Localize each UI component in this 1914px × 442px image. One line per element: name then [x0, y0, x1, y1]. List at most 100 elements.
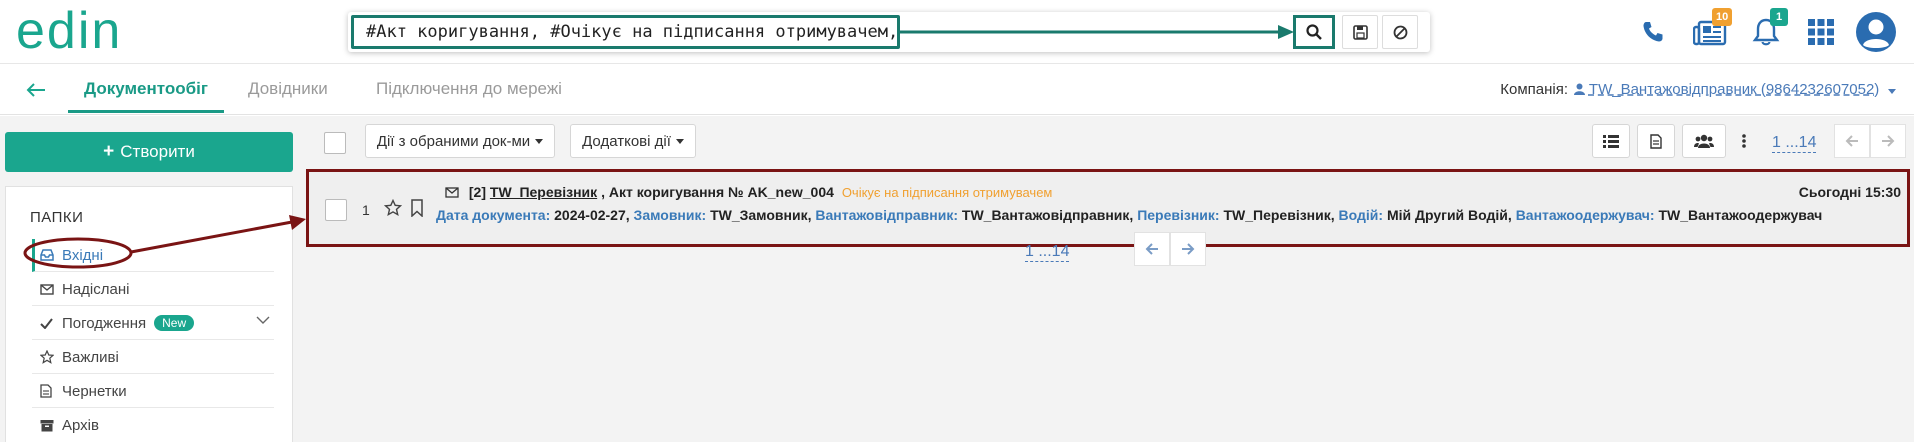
folder-label: Архів [62, 417, 99, 434]
chevron-down-icon [675, 138, 684, 144]
create-button[interactable]: + Створити [5, 132, 293, 172]
company-name: TW_Вантажовідправник (9864232607052) [1588, 81, 1880, 98]
document-title: , Акт коригування № AK_new_004 [601, 184, 834, 200]
folder-approvals[interactable]: Погодження New [32, 307, 274, 340]
document-view-button[interactable] [1637, 124, 1675, 158]
folder-label: Важливі [62, 348, 119, 366]
workspace: + Створити ПАПКИ Вхідні Надіслані Погодж… [0, 116, 1914, 442]
extra-actions-dropdown[interactable]: Додаткові дії [570, 124, 696, 158]
folders-panel: ПАПКИ Вхідні Надіслані Погодження New Ва… [5, 186, 293, 442]
field-value: Мій Другий Водій, [1386, 207, 1512, 223]
folder-label: Погодження [62, 314, 147, 332]
search-input[interactable]: #Акт коригування, #Очікує на підписання … [351, 15, 900, 49]
field-key: Перевізник: [1137, 207, 1220, 223]
cancel-icon [1393, 25, 1407, 39]
notifications-count-badge: 1 [1770, 8, 1788, 26]
selected-actions-label: Дії з обраними док-ми [376, 132, 531, 150]
field-key: Дата документа: [436, 207, 551, 223]
file-icon [40, 384, 52, 398]
folders-title: ПАПКИ [30, 209, 84, 226]
document-checkbox[interactable] [325, 199, 347, 221]
archive-icon [40, 420, 54, 432]
chevron-down-icon [1888, 89, 1897, 94]
phone-icon [1643, 22, 1663, 42]
document-sender-link[interactable]: TW_Перевізник [490, 184, 597, 200]
tab-network-connection[interactable]: Підключення до мережі [360, 65, 578, 113]
document-title-line: [2] TW_Перевізник , Акт коригування № AK… [445, 184, 1052, 200]
group-view-button[interactable] [1682, 124, 1726, 158]
user-menu-button[interactable] [1854, 12, 1898, 52]
search-bar: #Акт коригування, #Очікує на підписання … [348, 12, 1430, 52]
next-page-button[interactable] [1870, 124, 1906, 158]
plus-icon: + [103, 141, 115, 162]
folder-label: Вхідні [62, 246, 104, 264]
envelope-icon [445, 187, 459, 198]
search-button[interactable] [1293, 15, 1335, 49]
tab-documents[interactable]: Документообіг [68, 65, 224, 113]
field-value: TW_Вантажовідправник, [961, 207, 1134, 223]
star-icon [40, 350, 54, 364]
vertical-dots-icon [1742, 134, 1746, 148]
document-status: Очікує на підписання отримувачем [841, 185, 1053, 200]
floppy-disk-icon [1352, 24, 1368, 40]
folder-label: Чернетки [62, 382, 127, 400]
selected-actions-dropdown[interactable]: Дії з обраними док-ми [365, 124, 555, 158]
company-label: Компанія: [1500, 81, 1568, 98]
arrow-right-icon [1882, 135, 1895, 147]
arrow-right-icon [1182, 243, 1195, 255]
document-icon [1650, 133, 1662, 149]
document-received-time: Сьогодні 15:30 [1798, 184, 1901, 200]
list-icon [1603, 134, 1619, 148]
top-bar: edin #Акт коригування, #Очікує на підпис… [0, 0, 1914, 64]
folder-archive[interactable]: Архів [32, 409, 274, 442]
users-icon [1694, 134, 1714, 148]
prev-page-button[interactable] [1834, 124, 1870, 158]
save-search-button[interactable] [1342, 15, 1378, 49]
folder-inbox[interactable]: Вхідні [32, 239, 274, 272]
notifications-button[interactable]: 1 [1748, 8, 1788, 52]
svg-text:edin: edin [16, 4, 122, 58]
new-badge: New [154, 315, 195, 331]
select-all-checkbox[interactable] [324, 132, 346, 154]
document-index: 1 [362, 202, 370, 218]
chevron-down-icon[interactable] [256, 316, 270, 325]
bookmark-icon[interactable] [410, 199, 424, 217]
bottom-prev-page-button[interactable] [1134, 232, 1170, 266]
user-icon [1574, 83, 1585, 95]
phone-button[interactable] [1638, 12, 1668, 52]
arrow-left-icon [1145, 243, 1158, 255]
arrow-left-icon[interactable] [24, 78, 48, 102]
top-pager[interactable]: 1 ...14 [1772, 134, 1817, 153]
field-key: Вантажоодержувач: [1515, 207, 1655, 223]
bottom-pager[interactable]: 1 ...14 [1025, 243, 1070, 262]
nav-bar: Документообіг Довідники Підключення до м… [0, 65, 1914, 115]
document-row[interactable]: 1 [2] TW_Перевізник , Акт коригування № … [306, 169, 1910, 247]
folder-sent[interactable]: Надіслані [32, 273, 274, 306]
bottom-next-page-button[interactable] [1170, 232, 1206, 266]
tab-directories[interactable]: Довідники [232, 65, 344, 113]
reset-search-button[interactable] [1382, 15, 1418, 49]
news-button[interactable]: 10 [1690, 8, 1733, 52]
folder-label: Надіслані [62, 280, 130, 298]
arrow-left-icon [1845, 135, 1858, 147]
folder-drafts[interactable]: Чернетки [32, 375, 274, 408]
field-value: TW_Перевізник, [1223, 207, 1335, 223]
field-key: Вантажовідправник: [815, 207, 958, 223]
more-options-button[interactable] [1732, 124, 1756, 158]
company-selector[interactable]: TW_Вантажовідправник (9864232607052) [1574, 81, 1897, 98]
create-label: Створити [120, 142, 195, 161]
folder-important[interactable]: Важливі [32, 341, 274, 374]
news-count-badge: 10 [1712, 8, 1733, 26]
document-details: Дата документа: 2024-02-27, Замовник: TW… [436, 205, 1886, 225]
field-key: Замовник: [633, 207, 707, 223]
magnifier-icon [1306, 24, 1322, 40]
grid-icon [1808, 19, 1834, 45]
list-view-button[interactable] [1592, 124, 1630, 158]
apps-button[interactable] [1806, 12, 1836, 52]
star-icon[interactable] [384, 199, 402, 217]
message-count: [2] [468, 184, 487, 200]
edin-logo[interactable]: edin [16, 4, 166, 58]
envelope-icon [40, 283, 54, 295]
user-avatar-icon [1856, 12, 1896, 52]
field-value: TW_Замовник, [710, 207, 812, 223]
